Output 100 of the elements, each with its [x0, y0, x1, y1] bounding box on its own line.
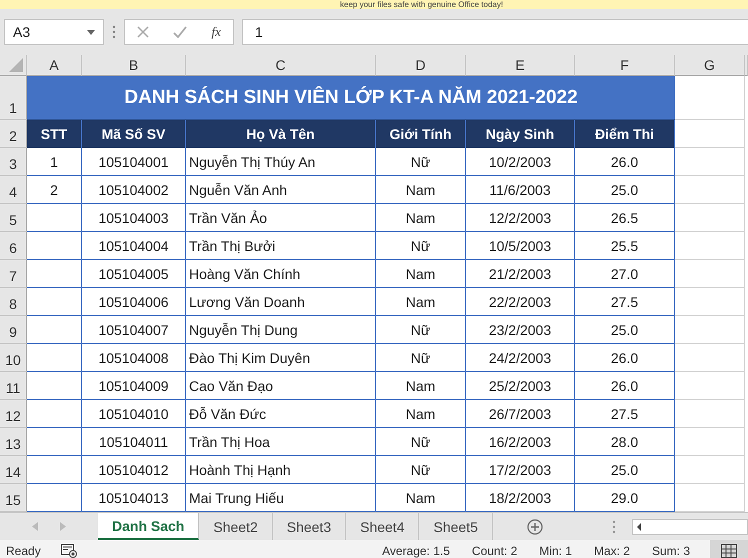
status-text: Ready — [6, 544, 41, 558]
table-cell: Nữ — [376, 344, 466, 372]
row-header[interactable]: 3 — [0, 148, 27, 176]
column-header[interactable]: B — [82, 55, 186, 76]
column-header[interactable]: G — [675, 55, 745, 76]
column-heading: Họ Và Tên — [186, 120, 376, 148]
table-cell: 2 — [27, 176, 82, 204]
empty-cell — [675, 372, 745, 400]
table-cell: 27.0 — [575, 260, 675, 288]
drag-handle-icon[interactable] — [112, 25, 116, 39]
table-cell: Nữ — [376, 316, 466, 344]
column-header[interactable]: C — [186, 55, 376, 76]
table-cell: Cao Văn Đạo — [186, 372, 376, 400]
table-cell: Hoàng Văn Chính — [186, 260, 376, 288]
table-cell: 27.5 — [575, 288, 675, 316]
row-header[interactable]: 2 — [0, 120, 27, 148]
column-heading: Mã Số SV — [82, 120, 186, 148]
table-cell: Nữ — [376, 148, 466, 176]
row-header[interactable]: 7 — [0, 260, 27, 288]
table-cell: 22/2/2003 — [466, 288, 575, 316]
empty-cell — [675, 148, 745, 176]
previous-sheet-icon[interactable] — [32, 522, 38, 531]
horizontal-scrollbar[interactable] — [632, 518, 748, 534]
empty-cell — [675, 344, 745, 372]
cancel-icon[interactable] — [137, 26, 150, 38]
row-header[interactable]: 10 — [0, 344, 27, 372]
empty-cell — [675, 260, 745, 288]
table-cell: Hoành Thị Hạnh — [186, 456, 376, 484]
table-cell: 10/2/2003 — [466, 148, 575, 176]
row-header[interactable]: 6 — [0, 232, 27, 260]
row-header[interactable]: 11 — [0, 372, 27, 400]
table-cell: 26.5 — [575, 204, 675, 232]
row-header[interactable]: 5 — [0, 204, 27, 232]
table-cell: Nam — [376, 400, 466, 428]
formula-input[interactable]: 1 — [242, 19, 748, 45]
table-cell: Nam — [376, 260, 466, 288]
table-cell: 26.0 — [575, 344, 675, 372]
add-sheet-icon[interactable] — [526, 518, 543, 534]
column-heading: Điểm Thi — [575, 120, 675, 148]
table-cell: 28.0 — [575, 428, 675, 456]
status-statistic: Max: 2 — [594, 544, 630, 558]
table-cell: 10/5/2003 — [466, 232, 575, 260]
table-cell: 25.0 — [575, 456, 675, 484]
row-header[interactable]: 14 — [0, 456, 27, 484]
select-all-icon[interactable] — [9, 58, 23, 72]
row-header[interactable]: 15 — [0, 484, 27, 512]
table-cell: Trần Văn Ảo — [186, 204, 376, 232]
table-cell: 105104004 — [82, 232, 186, 260]
table-cell: 25/2/2003 — [466, 372, 575, 400]
empty-cell — [675, 176, 745, 204]
table-cell: Nữ — [376, 232, 466, 260]
column-header[interactable]: A — [27, 55, 82, 76]
empty-cell — [675, 204, 745, 232]
table-cell: 105104009 — [82, 372, 186, 400]
sheet-title: DANH SÁCH SINH VIÊN LỚP KT-A NĂM 2021-2022 — [27, 76, 675, 120]
empty-cell — [675, 288, 745, 316]
empty-cell — [675, 316, 745, 344]
table-cell: Trần Thị Bưởi — [186, 232, 376, 260]
table-cell: 25.0 — [575, 316, 675, 344]
table-cell: 25.0 — [575, 176, 675, 204]
table-cell: Nguyễn Thị Thúy An — [186, 148, 376, 176]
table-cell: Đào Thị Kim Duyên — [186, 344, 376, 372]
column-header[interactable]: F — [575, 55, 675, 76]
row-header[interactable]: 12 — [0, 400, 27, 428]
table-cell: 12/2/2003 — [466, 204, 575, 232]
table-cell: 1 — [27, 148, 82, 176]
column-header[interactable]: D — [376, 55, 466, 76]
status-statistic: Min: 1 — [539, 544, 572, 558]
sheet-tab[interactable]: Danh Sach — [98, 513, 200, 540]
table-cell: 27.5 — [575, 400, 675, 428]
table-cell: 105104012 — [82, 456, 186, 484]
row-header[interactable]: 13 — [0, 428, 27, 456]
table-cell: 26.0 — [575, 372, 675, 400]
table-cell: Nam — [376, 204, 466, 232]
table-cell: 105104007 — [82, 316, 186, 344]
insert-function-button[interactable]: fx — [212, 24, 221, 40]
table-cell: Nữ — [376, 428, 466, 456]
table-cell: 105104011 — [82, 428, 186, 456]
check-icon[interactable] — [173, 26, 188, 38]
column-heading: Giới Tính — [376, 120, 466, 148]
table-cell: 105104002 — [82, 176, 186, 204]
normal-view-icon[interactable] — [721, 544, 737, 558]
row-header[interactable]: 4 — [0, 176, 27, 204]
row-header[interactable]: 1 — [0, 76, 27, 120]
table-cell: 105104005 — [82, 260, 186, 288]
drag-handle-icon[interactable] — [612, 520, 616, 534]
column-heading: Ngày Sinh — [466, 120, 575, 148]
name-box[interactable]: A3 — [4, 19, 104, 45]
row-header[interactable]: 9 — [0, 316, 27, 344]
next-sheet-icon[interactable] — [60, 522, 66, 531]
empty-cell — [675, 428, 745, 456]
column-header[interactable]: E — [466, 55, 575, 76]
macro-recording-icon[interactable] — [60, 544, 77, 558]
table-cell: 105104003 — [82, 204, 186, 232]
table-cell: 26.0 — [575, 148, 675, 176]
dropdown-caret-icon[interactable] — [87, 30, 95, 34]
table-cell: 105104001 — [82, 148, 186, 176]
row-header[interactable]: 8 — [0, 288, 27, 316]
column-heading: STT — [27, 120, 82, 148]
empty-cell — [675, 400, 745, 428]
